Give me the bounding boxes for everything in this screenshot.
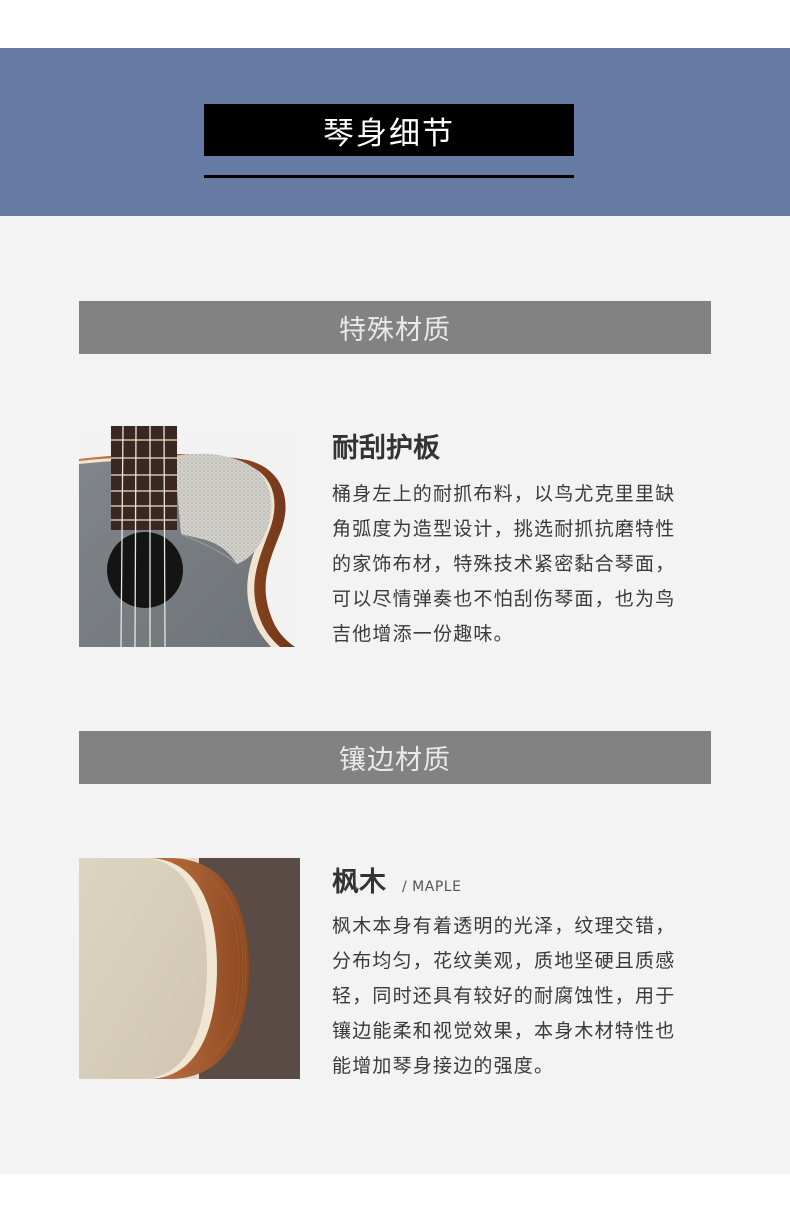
- description-line: 的家饰布材，特殊技术紧密黏合琴面，: [332, 553, 676, 575]
- description-line: 轻，同时还具有较好的耐腐蚀性，用于: [332, 985, 676, 1007]
- feature-description-maple: 枫木本身有着透明的光泽，纹理交错， 分布均匀，花纹美观，质地坚硬且质感 轻，同时…: [332, 909, 712, 1084]
- page-title: 琴身细节: [204, 104, 574, 156]
- description-line: 可以尽情弹奏也不怕刮伤琴面，也为鸟: [332, 588, 676, 610]
- page: 琴身细节 特殊材质 耐刮护板 桶身左上的耐抓布料，以鸟尤克里里缺 角弧度为造型设…: [0, 0, 790, 1210]
- description-line: 镶边能柔和视觉效果，本身木材特性也: [332, 1020, 676, 1042]
- title-underline: [204, 175, 574, 178]
- feature-description-pickguard: 桶身左上的耐抓布料，以鸟尤克里里缺 角弧度为造型设计，挑选耐抓抗磨特性 的家饰布…: [332, 477, 712, 652]
- feature-title-pickguard: 耐刮护板: [332, 426, 440, 465]
- description-line: 能增加琴身接边的强度。: [332, 1055, 555, 1077]
- description-line: 分布均匀，花纹美观，质地坚硬且质感: [332, 950, 676, 972]
- feature-title-maple: 枫木 / MAPLE: [332, 860, 461, 899]
- description-line: 吉他增添一份趣味。: [332, 623, 514, 645]
- guitar-pickguard-image: [79, 426, 300, 647]
- section-heading-binding-material: 镶边材质: [79, 731, 711, 784]
- feature-subtitle: / MAPLE: [402, 879, 462, 895]
- maple-binding-image: [79, 858, 300, 1079]
- description-line: 桶身左上的耐抓布料，以鸟尤克里里缺: [332, 483, 676, 505]
- feature-title-text: 耐刮护板: [332, 433, 440, 464]
- description-line: 枫木本身有着透明的光泽，纹理交错，: [332, 915, 676, 937]
- feature-title-text: 枫木: [332, 867, 386, 898]
- description-line: 角弧度为造型设计，挑选耐抓抗磨特性: [332, 518, 676, 540]
- section-heading-special-material: 特殊材质: [79, 301, 711, 354]
